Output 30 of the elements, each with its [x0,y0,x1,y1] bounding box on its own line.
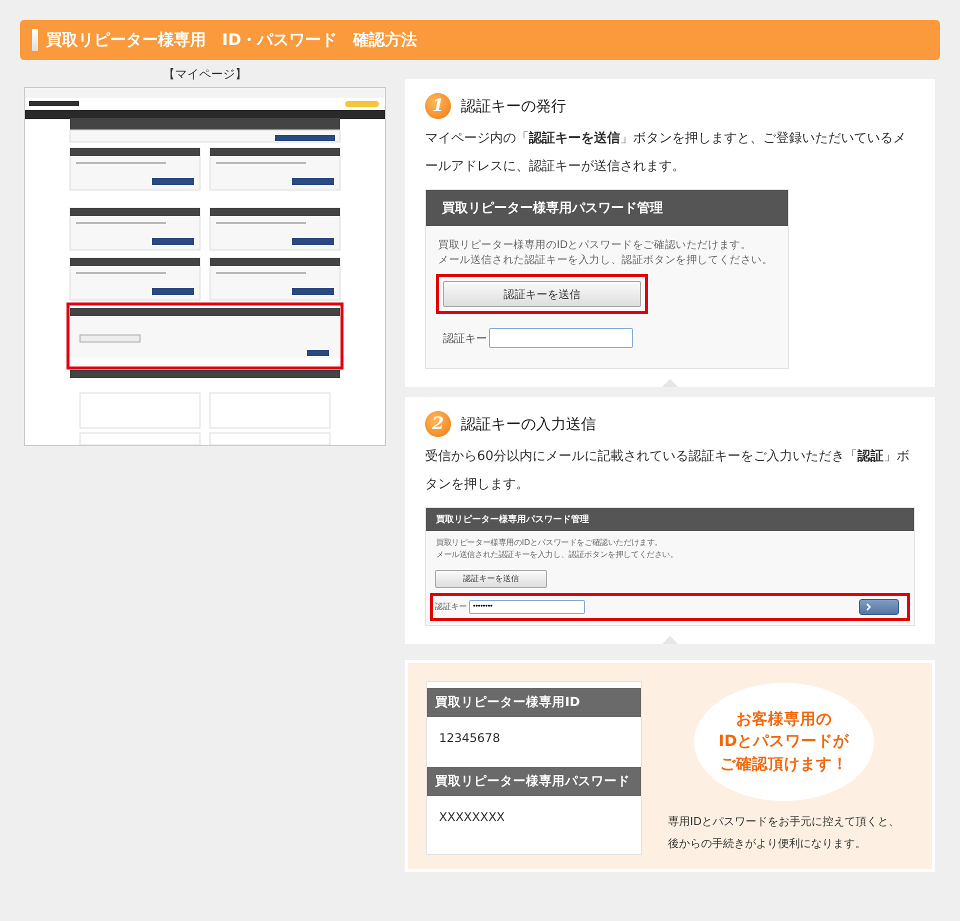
pointer-arrow [662,379,678,388]
key-label: 認証キー [435,601,467,612]
key-label: 認証キー [443,330,487,346]
mypage-caption: 【マイページ】 [163,66,247,83]
step-title: 認証キーの発行 [461,96,566,116]
step-number: 2 [425,411,451,438]
panel-text: 買取リピーター様専用のIDとパスワードをご確認いただけます。 メール送信された認証キーを入力し、認証ボタンを押してください。 [437,238,774,268]
panel-text: 買取リピーター様専用のIDとパスワードをご確認いただけます。 メール送信された認証キーを入力し、認証ボタンを押してください。 [435,537,679,562]
note-text: 専用IDとパスワードをお手元に控えて頂くと、 後からの手続きがより便利になります。 [668,814,900,852]
credential-value: XXXXXXXX [438,808,506,826]
credential-label: 買取リピーター様専用ID [427,688,641,717]
credential-label: 買取リピーター様専用パスワード [427,766,641,796]
step-text: マイページ内の「認証キーを送信」ボタンを押しますと、ご登録いただいているメールアドレスに、認証キーが送信されます。 [425,130,907,176]
callout-line: ご確認頂けます！ [720,754,848,775]
key-input-field[interactable] [489,328,633,348]
send-key-button[interactable]: 認証キーを送信 [435,570,547,588]
header-accent-bar [32,29,38,51]
callout-line: お客様専用の [736,708,832,730]
panel-title: 買取リピーター様専用パスワード管理 [426,508,914,532]
header-title: 買取リピーター様専用 ID・パスワード 確認方法 [46,30,418,50]
credential-value: 12345678 [438,730,502,747]
callout-line: IDとパスワードが [718,731,850,752]
panel-title: 買取リピーター様専用パスワード管理 [426,190,788,226]
send-key-button[interactable]: 認証キーを送信 [443,281,641,308]
step-number: 1 [425,93,451,119]
step-title: 認証キーの入力送信 [461,414,596,434]
step-text: 受信から60分以内にメールに記載されている認証キーをご入力いただき「認証」ボタンを押します。 [425,448,911,494]
pointer-arrow [662,636,678,644]
chevron-icon [866,602,872,611]
verify-button[interactable] [859,598,899,615]
